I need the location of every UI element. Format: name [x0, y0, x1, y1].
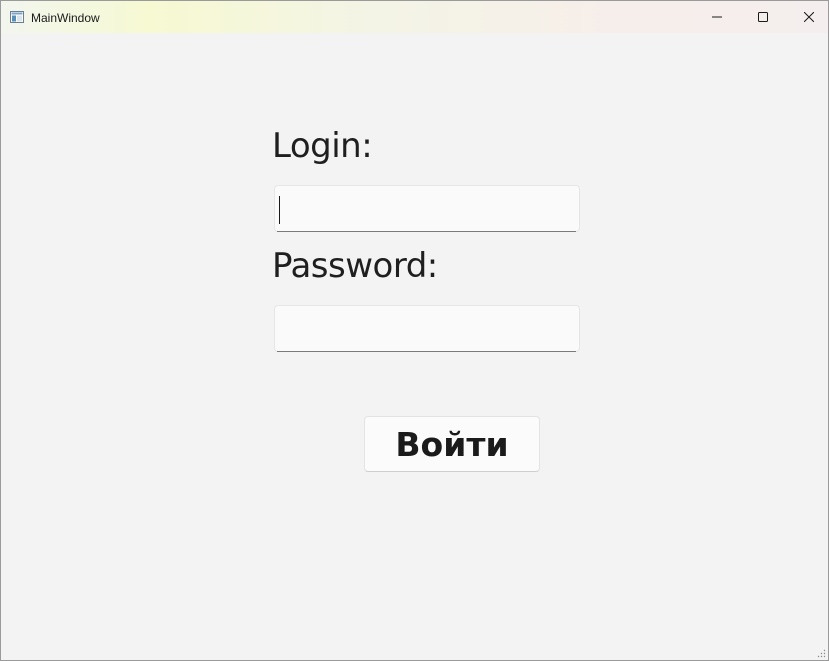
maximize-button[interactable] — [740, 1, 786, 33]
login-input[interactable] — [275, 186, 579, 231]
login-field-container[interactable] — [274, 185, 580, 232]
login-label: Login: — [272, 126, 373, 166]
login-button[interactable]: Войти — [364, 416, 540, 472]
title-bar[interactable]: MainWindow — [1, 1, 828, 33]
minimize-icon — [712, 16, 722, 18]
close-button[interactable] — [786, 1, 828, 33]
close-icon — [804, 12, 814, 22]
window-title: MainWindow — [31, 11, 100, 25]
password-field-container[interactable] — [274, 305, 580, 352]
main-window: MainWindow Login: Password: Войти — [0, 0, 829, 661]
password-label: Password: — [272, 246, 438, 286]
login-form: Login: Password: Войти — [1, 33, 828, 660]
resize-grip-icon[interactable] — [816, 648, 826, 658]
app-window-icon — [10, 11, 24, 23]
maximize-icon — [758, 12, 768, 22]
password-input[interactable] — [275, 306, 579, 351]
minimize-button[interactable] — [694, 1, 740, 33]
